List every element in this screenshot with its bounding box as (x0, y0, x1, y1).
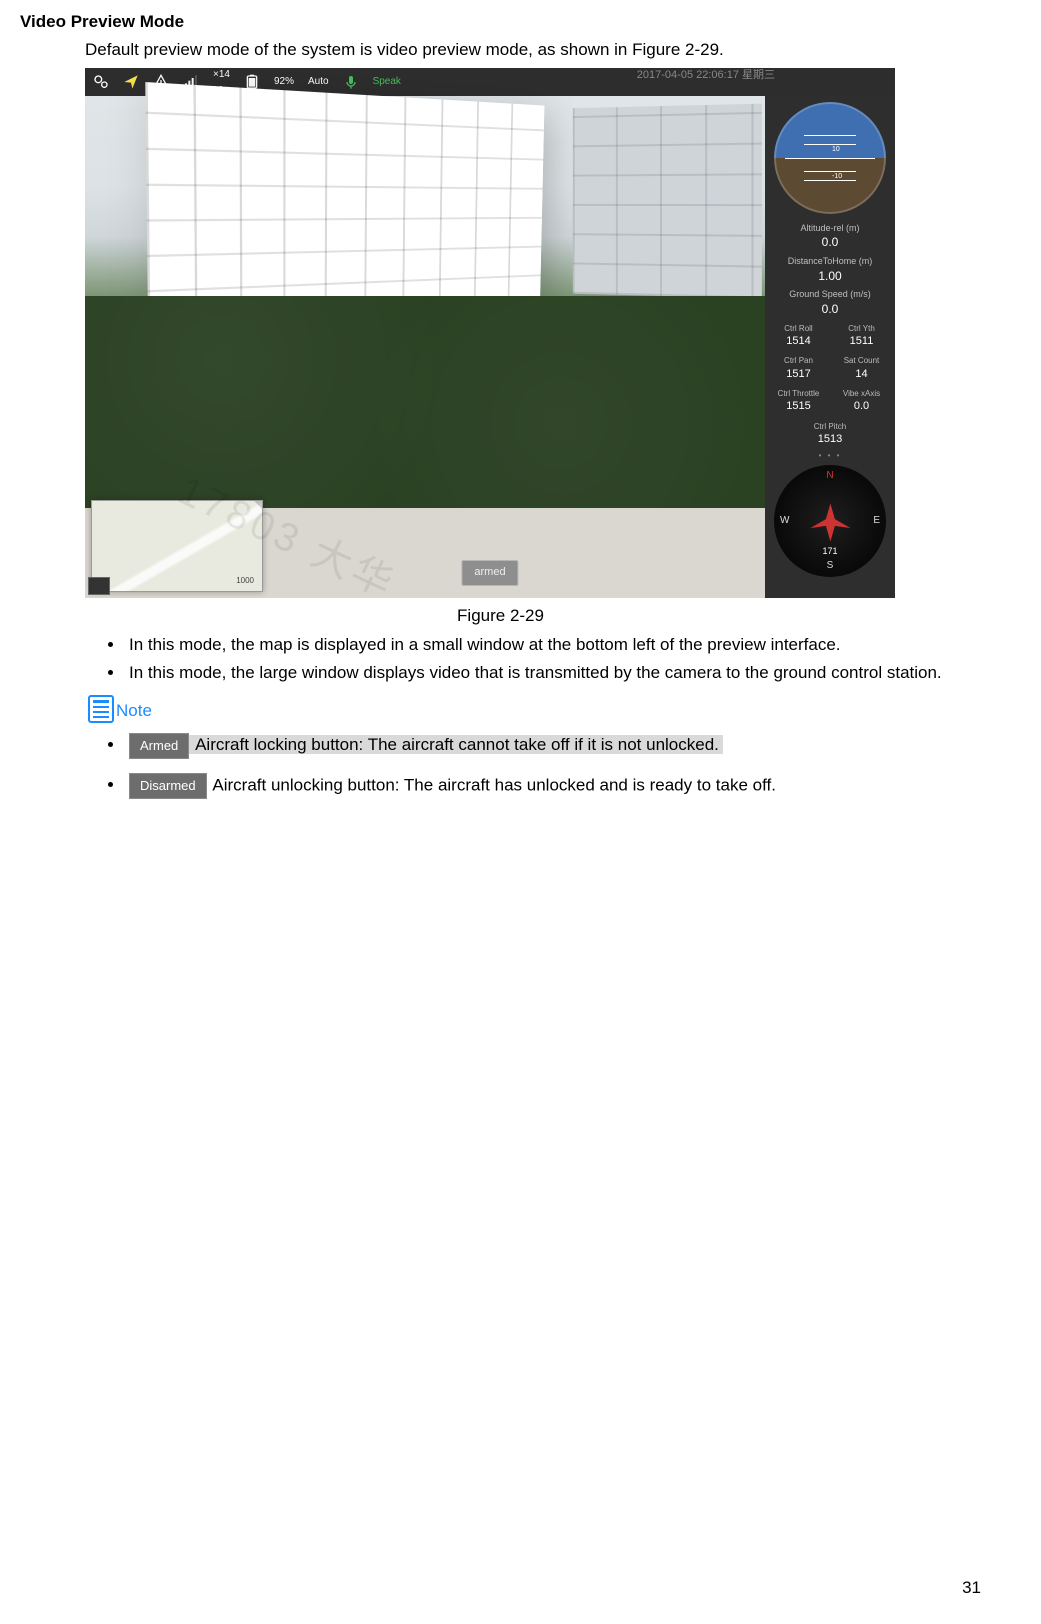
figure-screenshot: ×140.9 92% Auto Speak 2017-04-05 22:06:1… (85, 68, 895, 598)
send-icon[interactable] (123, 74, 139, 90)
mode-label[interactable]: Auto (308, 75, 329, 89)
heading-value: 171 (822, 545, 837, 558)
minimap[interactable]: 1000 (91, 500, 263, 592)
battery-pct: 92% (274, 75, 294, 89)
scene-hedges (85, 296, 765, 508)
altitude-label: Altitude-rel (m) (767, 222, 893, 235)
pager-dots[interactable]: • • • (767, 450, 893, 461)
gears-icon[interactable] (93, 74, 109, 90)
scene-building-right (573, 103, 762, 298)
telemetry-panel: 10 -10 Altitude-rel (m)0.0 DistanceToHom… (765, 96, 895, 598)
scene-building-left (145, 82, 544, 327)
minimap-expand-icon[interactable] (88, 577, 110, 595)
figure-caption: Figure 2-29 (20, 604, 981, 628)
compass-plane-icon (808, 499, 853, 544)
bullet-item: In this mode, the large window displays … (125, 661, 981, 685)
gspeed-value: 0.0 (767, 301, 893, 318)
disarmed-chip[interactable]: Disarmed (129, 773, 207, 799)
intro-text: Default preview mode of the system is vi… (85, 38, 981, 62)
distance-value: 1.00 (767, 268, 893, 285)
attitude-indicator: 10 -10 (774, 102, 886, 214)
section-title: Video Preview Mode (20, 10, 981, 34)
gspeed-label: Ground Speed (m/s) (767, 288, 893, 301)
minimap-scale: 1000 (236, 575, 254, 586)
mic-icon[interactable] (343, 74, 359, 90)
speak-label[interactable]: Speak (373, 75, 401, 89)
compass: N S W E 171 (774, 465, 886, 577)
distance-label: DistanceToHome (m) (767, 255, 893, 268)
armed-button[interactable]: armed (461, 560, 518, 585)
note-icon (88, 695, 114, 723)
telemetry-grid: Ctrl Roll1514 Ctrl Yth1511 Ctrl Pan1517 … (767, 320, 893, 418)
altitude-value: 0.0 (767, 234, 893, 251)
bullet-item: In this mode, the map is displayed in a … (125, 633, 981, 657)
note-label: Note (116, 699, 152, 723)
timestamp-overlay: 2017-04-05 22:06:17 星期三 (637, 68, 775, 83)
page-number: 31 (962, 1576, 981, 1600)
note-item: Armed Aircraft locking button: The aircr… (125, 733, 981, 759)
note-item: Disarmed Aircraft unlocking button: The … (125, 773, 981, 799)
armed-chip[interactable]: Armed (129, 733, 189, 759)
